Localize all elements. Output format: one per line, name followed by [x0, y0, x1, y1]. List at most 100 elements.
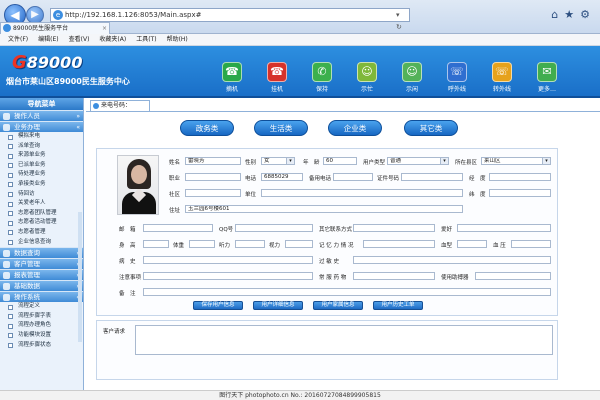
longitude-field[interactable]	[489, 173, 551, 181]
sidebar-item[interactable]: 流程步骤状态	[0, 341, 83, 351]
other-contact-field[interactable]	[353, 224, 435, 232]
sidebar-item[interactable]: 志愿者活动管理	[0, 218, 83, 228]
age-field[interactable]: 60	[323, 157, 357, 165]
sidebar-item[interactable]: 功能模块设置	[0, 331, 83, 341]
allergy-field[interactable]	[353, 256, 551, 264]
user-detail-button[interactable]: 用户详细信息	[253, 301, 303, 310]
sidebar-item[interactable]: 承接类业务	[0, 180, 83, 190]
community-field[interactable]	[185, 189, 241, 197]
sidebar-item[interactable]: 企业信息查询	[0, 238, 83, 248]
blood-type-field[interactable]	[457, 240, 487, 248]
header-action-button[interactable]: ☺ 示闲	[396, 62, 428, 93]
sidebar-item-label: 待处理业务	[18, 171, 46, 178]
customer-photo	[117, 155, 159, 215]
category-button-enterprise[interactable]: 企业类	[328, 120, 382, 136]
favorites-star-icon[interactable]: ★	[564, 8, 580, 21]
region-select[interactable]: 莱山区	[481, 157, 551, 165]
document-icon	[8, 240, 13, 246]
sidebar-scrollbar[interactable]	[78, 212, 82, 342]
sidebar-group[interactable]: 数据查询»	[0, 247, 83, 259]
phone-field[interactable]: 6885029	[261, 173, 303, 181]
hobby-field[interactable]	[457, 224, 551, 232]
header-action-button[interactable]: ☎ 挂机	[261, 62, 293, 93]
header-action-button[interactable]: ☺ 示忙	[351, 62, 383, 93]
sidebar-item[interactable]: 流程步骤字表	[0, 312, 83, 322]
save-user-info-button[interactable]: 保存用户信息	[193, 301, 243, 310]
region-label: 所在县区	[455, 160, 478, 166]
medical-history-field[interactable]	[143, 256, 313, 264]
tab-incoming-call[interactable]: 来电号码：	[90, 100, 150, 111]
header-action-button[interactable]: ✉ 更多…	[531, 62, 563, 93]
sidebar-item[interactable]: 流程定义	[0, 302, 83, 312]
vision-field[interactable]	[285, 240, 313, 248]
customer-request-textarea[interactable]	[135, 325, 553, 355]
sidebar-group[interactable]: 基础数据»	[0, 280, 83, 292]
sidebar-group[interactable]: 客户管理»	[0, 258, 83, 270]
tab-close-icon[interactable]: ×	[102, 23, 107, 34]
sidebar-item[interactable]: 已派单业务	[0, 161, 83, 171]
menu-item[interactable]: 查看(V)	[69, 36, 90, 43]
menu-item[interactable]: 文件(F)	[8, 36, 28, 43]
gender-select[interactable]: 女	[261, 157, 295, 165]
header-action-button[interactable]: ✆ 保持	[306, 62, 338, 93]
weight-field[interactable]	[189, 240, 215, 248]
header-action-button[interactable]: ☎ 摘机	[216, 62, 248, 93]
hearing-field[interactable]	[235, 240, 265, 248]
blood-pressure-field[interactable]	[511, 240, 551, 248]
latitude-field[interactable]	[489, 189, 551, 197]
medicine-field[interactable]	[353, 272, 435, 280]
id-number-label: 证件号码	[377, 176, 400, 182]
header-action-button[interactable]: ☏ 呼外线	[441, 62, 473, 93]
app-header: G89000 烟台市莱山区89000民生服务中心 ☎ 摘机 ☎ 挂机 ✆ 保持 ☺ 示忙 ☺ 示闲…	[0, 46, 600, 98]
sidebar-group[interactable]: 报表管理»	[0, 269, 83, 281]
sidebar-item[interactable]: 待处理业务	[0, 170, 83, 180]
backup-phone-field[interactable]	[333, 173, 373, 181]
address-field[interactable]: 玉兰园6号楼601	[185, 205, 463, 213]
address-bar[interactable]: e http://192.168.1.126:8053/Main.aspx# ▾…	[50, 8, 410, 43]
browser-tab[interactable]: 89000民生服务平台 ×	[0, 22, 110, 34]
category-button-other[interactable]: 其它类	[404, 120, 458, 136]
name-field[interactable]: 雷晓芳	[185, 157, 241, 165]
menu-item[interactable]: 收藏夹(A)	[99, 36, 126, 43]
job-field[interactable]	[185, 173, 241, 181]
height-field[interactable]	[143, 240, 169, 248]
sidebar-group-label: 报表管理	[14, 271, 40, 280]
sidebar-group[interactable]: 操作系统«	[0, 291, 83, 303]
sidebar-item[interactable]: 流程办理角色	[0, 321, 83, 331]
menu-item[interactable]: 帮助(H)	[167, 36, 188, 43]
sidebar-group[interactable]: 业务办理 «	[0, 121, 83, 132]
document-icon	[8, 192, 13, 198]
notes-label: 注意事项	[119, 275, 142, 281]
id-number-field[interactable]	[401, 173, 463, 181]
user-history-button[interactable]: 用户历史工单	[373, 301, 423, 310]
menu-item[interactable]: 编辑(E)	[38, 36, 58, 43]
notes-field[interactable]	[143, 272, 313, 280]
header-action-button[interactable]: ☏ 转外线	[486, 62, 518, 93]
sidebar-item[interactable]: 志愿者团队管理	[0, 209, 83, 219]
unit-field[interactable]	[261, 189, 463, 197]
sidebar-item[interactable]: 模拟来电	[0, 132, 83, 142]
remark-field[interactable]	[143, 288, 551, 296]
sidebar-item[interactable]: 志愿者管理	[0, 228, 83, 238]
sidebar-item[interactable]: 关爱老年人	[0, 199, 83, 209]
qq-field[interactable]	[235, 224, 313, 232]
menu-item[interactable]: 工具(T)	[136, 36, 156, 43]
home-icon[interactable]: ⌂	[551, 8, 564, 21]
sidebar-item[interactable]: 来源单业务	[0, 151, 83, 161]
email-field[interactable]	[143, 224, 213, 232]
phone-action-icon: ☺	[357, 62, 377, 82]
sidebar-group[interactable]: 操作人员»	[0, 110, 83, 121]
user-family-button[interactable]: 用户家属信息	[313, 301, 363, 310]
blood-type-label: 血型	[441, 243, 453, 249]
category-button-government[interactable]: 政务类	[180, 120, 234, 136]
category-button-life[interactable]: 生活类	[254, 120, 308, 136]
customer-request-panel: 客户请求	[96, 320, 558, 380]
hearing-aid-field[interactable]	[475, 272, 551, 280]
sidebar-item[interactable]: 待回访	[0, 190, 83, 200]
sidebar-item[interactable]: 派单查询	[0, 142, 83, 152]
hobby-label: 爱好	[441, 227, 453, 233]
gear-icon[interactable]: ⚙	[580, 8, 596, 21]
folder-icon	[3, 294, 10, 302]
usertype-select[interactable]: 普通	[387, 157, 449, 165]
memory-field[interactable]	[363, 240, 435, 248]
